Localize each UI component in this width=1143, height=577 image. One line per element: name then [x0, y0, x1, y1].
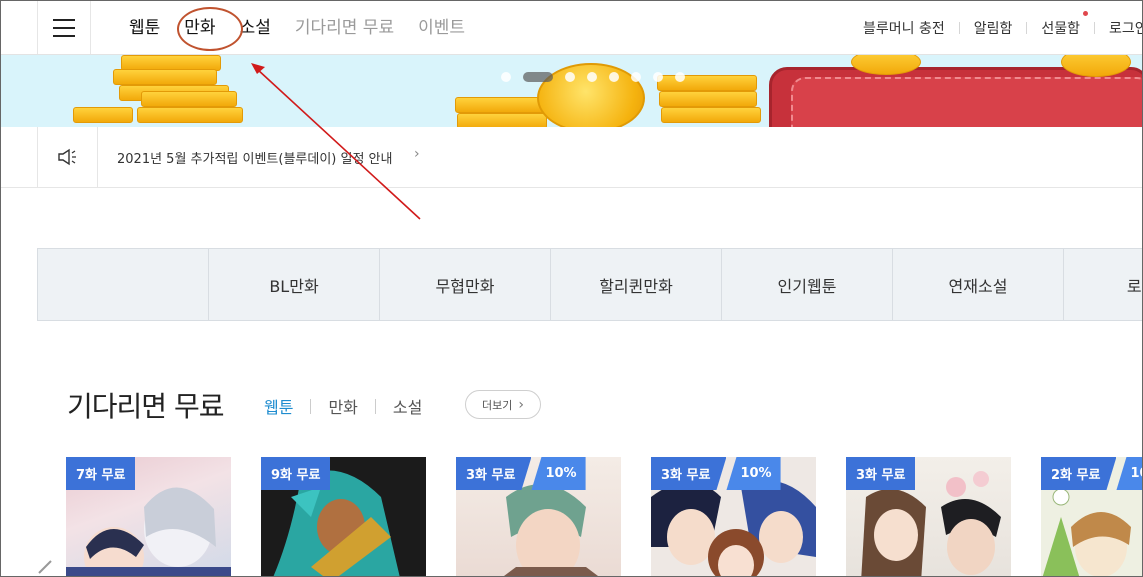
free-badge: 3화 무료	[846, 457, 916, 490]
more-button[interactable]: 더보기 ›	[465, 390, 541, 419]
annotation-circle	[177, 7, 243, 51]
gift-label: 선물함	[1041, 21, 1081, 37]
title-card[interactable]: 2화 무료 10%	[1041, 457, 1142, 576]
new-dot-badge	[1083, 11, 1089, 16]
pager-dot-active[interactable]	[523, 72, 553, 82]
hamburger-icon	[53, 18, 75, 21]
title-card[interactable]: 3화 무료 10%	[651, 457, 816, 576]
free-badge: 2화 무료 10%	[1041, 457, 1142, 490]
pager-dot[interactable]	[631, 72, 641, 82]
menu-button[interactable]	[37, 1, 91, 54]
pager-dot[interactable]	[609, 72, 619, 82]
charge-link[interactable]: 블루머니 충전	[863, 18, 945, 38]
nav-wait-free[interactable]: 기다리면 무료	[295, 16, 394, 40]
chevron-left-icon[interactable]	[31, 559, 53, 577]
section-title: 기다리면 무료	[67, 390, 224, 423]
banner-pager	[501, 72, 685, 82]
megaphone-icon	[37, 127, 98, 187]
chevron-right-icon[interactable]: ›	[414, 146, 420, 162]
genre-tabs: BL만화 무협만화 할리퀸만화 인기웹툰 연재소설 로맨스	[37, 248, 1142, 321]
free-badge: 3화 무료 10%	[651, 457, 781, 490]
notice-link[interactable]: 2021년 5월 추가적립 이벤트(블루데이) 일정 안내	[117, 148, 392, 167]
pager-dot[interactable]	[587, 72, 597, 82]
pager-dot[interactable]	[653, 72, 663, 82]
login-link[interactable]: 로그인	[1109, 18, 1142, 38]
app-frame: 웹툰 만화 소설 기다리면 무료 이벤트 블루머니 충전 알림함 선물함 로그인	[0, 0, 1143, 577]
title-card[interactable]: 3화 무료	[846, 457, 1011, 576]
genre-tab-popular-webtoon[interactable]: 인기웹툰	[722, 249, 893, 320]
nav-novel[interactable]: 소설	[240, 16, 271, 40]
utility-menu: 블루머니 충전 알림함 선물함 로그인	[863, 11, 1142, 38]
nav-webtoon[interactable]: 웹툰	[129, 16, 160, 40]
alarm-link[interactable]: 알림함	[974, 18, 1013, 38]
free-badge: 3화 무료 10%	[456, 457, 586, 490]
section-tab-novel[interactable]: 소설	[393, 394, 422, 418]
header: 웹툰 만화 소설 기다리면 무료 이벤트 블루머니 충전 알림함 선물함 로그인	[1, 1, 1142, 55]
genre-tab-romance[interactable]: 로맨스	[1064, 249, 1142, 320]
genre-tab-harlequin[interactable]: 할리퀸만화	[551, 249, 722, 320]
gift-link[interactable]: 선물함	[1041, 11, 1089, 38]
genre-tab-blank	[38, 249, 209, 320]
section-tab-webtoon[interactable]: 웹툰	[264, 394, 293, 418]
chevron-right-icon: ›	[518, 396, 524, 413]
discount-badge: 10%	[726, 457, 781, 490]
title-card[interactable]: 7화 무료	[66, 457, 231, 576]
free-badge: 9화 무료	[261, 457, 331, 490]
section-tabs: 웹툰 만화 소설	[264, 394, 422, 418]
pager-dot[interactable]	[501, 72, 511, 82]
pager-dot[interactable]	[565, 72, 575, 82]
pager-dot[interactable]	[675, 72, 685, 82]
title-card[interactable]: 9화 무료	[261, 457, 426, 576]
section-tab-comic[interactable]: 만화	[328, 394, 357, 418]
notice-bar: 2021년 5월 추가적립 이벤트(블루데이) 일정 안내 ›	[1, 127, 1142, 188]
discount-badge: 10%	[531, 457, 586, 490]
genre-tab-bl[interactable]: BL만화	[209, 249, 380, 320]
title-card[interactable]: 3화 무료 10%	[456, 457, 621, 576]
genre-tab-martial[interactable]: 무협만화	[380, 249, 551, 320]
nav-event[interactable]: 이벤트	[418, 16, 465, 40]
discount-badge: 10%	[1116, 457, 1142, 490]
promo-banner[interactable]	[1, 55, 1142, 127]
genre-tab-serial-novel[interactable]: 연재소설	[893, 249, 1064, 320]
free-badge: 7화 무료	[66, 457, 136, 490]
more-label: 더보기	[482, 398, 513, 412]
